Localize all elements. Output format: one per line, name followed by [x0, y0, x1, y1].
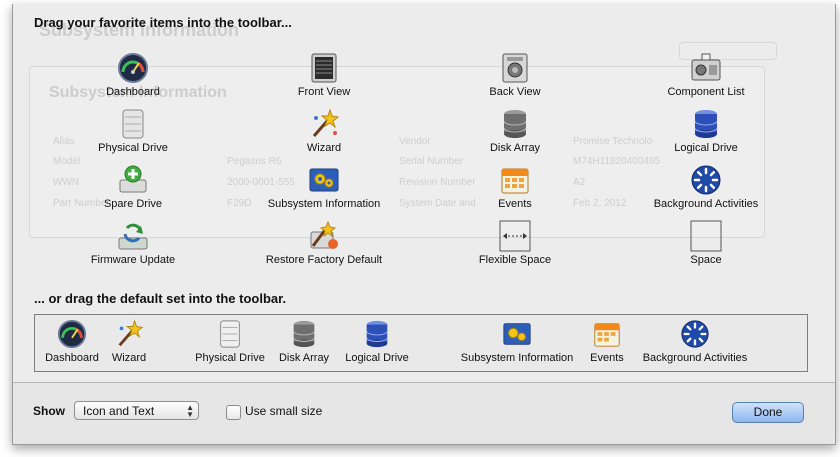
toolbar-item-front-view[interactable]: Front View — [249, 52, 399, 98]
ghost-value: Vendor — [399, 136, 431, 147]
flexible-space-icon — [499, 220, 531, 252]
toolbar-item-label: Physical Drive — [98, 142, 168, 154]
physical-drive-icon — [117, 108, 149, 140]
show-label: Show — [33, 404, 65, 418]
toolbar-item-label: Events — [498, 198, 532, 210]
default-set-heading: ... or drag the default set into the too… — [34, 291, 287, 306]
toolbar-item-label: Disk Array — [489, 142, 541, 154]
toolbar-item-label: Component List — [667, 86, 745, 98]
toolbar-item-spare-drive[interactable]: Spare Drive — [58, 164, 208, 210]
toolbar-item-disk-array[interactable]: Disk Array — [440, 108, 590, 154]
toolbar-item-back-view[interactable]: Back View — [440, 52, 590, 98]
subsystem-information-icon — [308, 164, 340, 196]
physical-drive-icon — [215, 319, 245, 349]
toolbar-item-label: Front View — [297, 86, 351, 98]
toolbar-item-subsystem-information[interactable]: Subsystem Information — [249, 164, 399, 210]
done-button[interactable]: Done — [732, 402, 804, 423]
ghost-value: F29D — [227, 198, 252, 209]
toolbar-item-label: Space — [690, 254, 722, 266]
toolbar-item-label: Subsystem Information — [267, 198, 381, 210]
toolbar-item-label: Back View — [489, 86, 541, 98]
front-view-icon — [308, 52, 340, 84]
component-list-icon — [690, 52, 722, 84]
logical-drive-icon — [690, 108, 722, 140]
toolbar-item-label: Logical Drive — [674, 142, 738, 154]
wizard-wand-icon — [308, 108, 340, 140]
default-item-logical-drive: Logical Drive — [322, 319, 432, 364]
disk-array-icon — [499, 108, 531, 140]
toolbar-item-space[interactable]: Space — [631, 220, 781, 266]
logical-drive-icon — [362, 319, 392, 349]
events-calendar-icon — [592, 319, 622, 349]
toolbar-item-label: Dashboard — [106, 86, 160, 98]
default-item-label: Logical Drive — [345, 352, 409, 364]
restore-factory-default-icon — [308, 220, 340, 252]
disk-array-icon — [289, 319, 319, 349]
subsystem-information-icon — [502, 319, 532, 349]
toolbar-item-logical-drive[interactable]: Logical Drive — [631, 108, 781, 154]
show-popup-menu[interactable]: Icon and Text ▲ ▼ — [74, 401, 199, 420]
default-item-wizard: Wizard — [74, 319, 184, 364]
toolbar-item-events[interactable]: Events — [440, 164, 590, 210]
space-icon — [690, 220, 722, 252]
favorites-heading: Drag your favorite items into the toolba… — [34, 15, 292, 30]
toolbar-item-firmware-update[interactable]: Firmware Update — [58, 220, 208, 266]
toolbar-item-label: Wizard — [306, 142, 342, 154]
customize-toolbar-sheet: Subsystem Information Subsystem Informat… — [12, 4, 836, 445]
dashboard-gauge-icon — [117, 52, 149, 84]
toolbar-item-restore-factory-default[interactable]: Restore Factory Default — [249, 220, 399, 266]
spare-drive-icon — [117, 164, 149, 196]
toolbar-item-label: Background Activities — [653, 198, 759, 210]
popup-arrows-icon: ▲ ▼ — [186, 403, 194, 419]
toolbar-item-label: Spare Drive — [103, 198, 163, 210]
firmware-update-icon — [117, 220, 149, 252]
toolbar-item-wizard[interactable]: Wizard — [249, 108, 399, 154]
default-toolbar-set[interactable]: Dashboard Wizard Physical Drive Disk Arr… — [34, 314, 808, 372]
toolbar-item-label: Restore Factory Default — [265, 254, 383, 266]
back-view-icon — [499, 52, 531, 84]
toolbar-item-dashboard[interactable]: Dashboard — [58, 52, 208, 98]
wizard-wand-icon — [114, 319, 144, 349]
toolbar-item-label: Flexible Space — [478, 254, 552, 266]
background-activities-icon — [690, 164, 722, 196]
toolbar-item-label: Firmware Update — [90, 254, 176, 266]
default-item-background-activities: Background Activities — [625, 319, 765, 364]
show-popup-value: Icon and Text — [83, 404, 155, 418]
toolbar-item-background-activities[interactable]: Background Activities — [631, 164, 781, 210]
events-calendar-icon — [499, 164, 531, 196]
toolbar-item-physical-drive[interactable]: Physical Drive — [58, 108, 208, 154]
toolbar-item-component-list[interactable]: Component List — [631, 52, 781, 98]
toolbar-item-flexible-space[interactable]: Flexible Space — [440, 220, 590, 266]
background-activities-icon — [680, 319, 710, 349]
use-small-size-checkbox[interactable] — [226, 405, 241, 420]
use-small-size-label[interactable]: Use small size — [245, 404, 322, 418]
default-item-label: Wizard — [111, 352, 147, 364]
default-item-label: Background Activities — [642, 352, 748, 364]
